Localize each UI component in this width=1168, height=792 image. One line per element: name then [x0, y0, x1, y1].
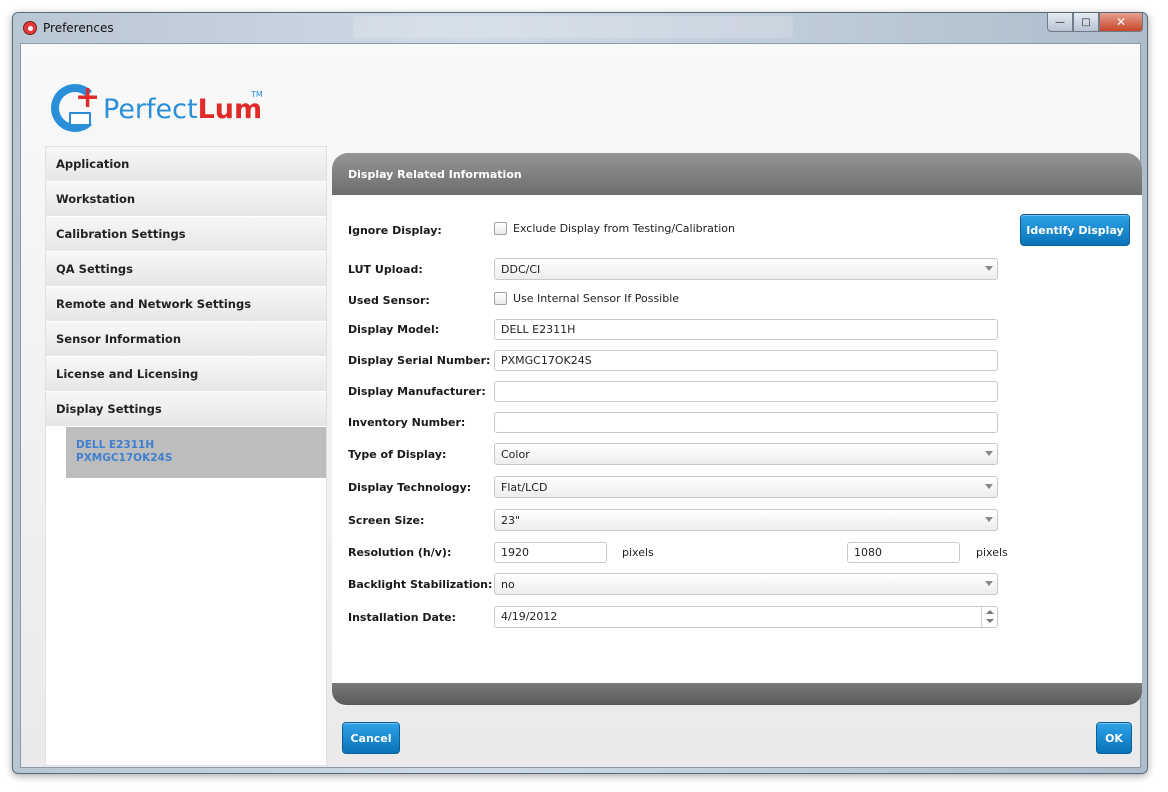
backlight-label: Backlight Stabilization: — [348, 578, 493, 591]
sidebar-item-qa-settings[interactable]: QA Settings — [46, 252, 326, 287]
internal-sensor-checkbox-row[interactable]: Use Internal Sensor If Possible — [494, 292, 679, 305]
chevron-down-icon — [985, 484, 993, 489]
manufacturer-label: Display Manufacturer: — [348, 385, 486, 398]
screen-size-label: Screen Size: — [348, 514, 425, 527]
display-serial-line: PXMGC17OK24S — [76, 452, 173, 464]
resolution-h-input[interactable]: 1920 — [494, 542, 607, 563]
resolution-h-unit: pixels — [622, 546, 654, 559]
installation-date-label: Installation Date: — [348, 611, 457, 624]
ok-button[interactable]: OK — [1096, 722, 1132, 754]
chevron-down-icon — [985, 266, 993, 271]
panel-footer — [332, 683, 1142, 705]
logo-text: PerfectLum — [103, 94, 263, 125]
lut-upload-label: LUT Upload: — [348, 263, 423, 276]
resolution-v-input[interactable]: 1080 — [847, 542, 960, 563]
display-technology-select[interactable]: Flat/LCD — [494, 476, 998, 498]
panel-header: Display Related Information — [332, 153, 1142, 195]
preferences-window: Preferences — □ ✕ + PerfectLum TM Applic… — [12, 12, 1148, 774]
sidebar: Application Workstation Calibration Sett… — [45, 146, 327, 766]
backlight-select[interactable]: no — [494, 573, 998, 595]
exclude-display-checkbox[interactable] — [494, 222, 507, 235]
spinner-down-icon[interactable] — [986, 619, 994, 623]
display-model-label: Display Model: — [348, 323, 440, 336]
panel-title: Display Related Information — [348, 168, 522, 181]
identify-display-button[interactable]: Identify Display — [1020, 214, 1130, 246]
chevron-down-icon — [985, 517, 993, 522]
date-spinner[interactable] — [981, 607, 997, 627]
sidebar-subitem-display[interactable]: DELL E2311H PXMGC17OK24S — [66, 427, 326, 478]
title-bar[interactable]: Preferences — □ ✕ — [13, 13, 1147, 43]
app-logo-icon — [23, 21, 37, 35]
resolution-v-unit: pixels — [976, 546, 1008, 559]
inventory-number-input[interactable] — [494, 412, 998, 433]
inventory-number-label: Inventory Number: — [348, 416, 466, 429]
client-area: + PerfectLum TM Application Workstation … — [20, 43, 1142, 768]
type-of-display-label: Type of Display: — [348, 448, 447, 461]
sidebar-item-workstation[interactable]: Workstation — [46, 182, 326, 217]
minimize-icon[interactable]: — — [1047, 13, 1073, 32]
display-info-panel: Display Related Information Ignore Displ… — [332, 153, 1142, 705]
display-model-input[interactable]: DELL E2311H — [494, 319, 998, 340]
exclude-display-checkbox-label: Exclude Display from Testing/Calibration — [513, 222, 735, 235]
close-icon[interactable]: ✕ — [1099, 13, 1143, 32]
window-title: Preferences — [43, 21, 114, 35]
sidebar-item-calibration-settings[interactable]: Calibration Settings — [46, 217, 326, 252]
sidebar-item-remote-network[interactable]: Remote and Network Settings — [46, 287, 326, 322]
sidebar-item-sensor-information[interactable]: Sensor Information — [46, 322, 326, 357]
installation-date-input[interactable]: 4/19/2012 — [494, 606, 998, 628]
ignore-display-label: Ignore Display: — [348, 224, 442, 237]
spinner-up-icon[interactable] — [986, 610, 994, 614]
type-of-display-select[interactable]: Color — [494, 443, 998, 465]
screen-size-select[interactable]: 23" — [494, 509, 998, 531]
display-technology-label: Display Technology: — [348, 481, 472, 494]
sidebar-item-application[interactable]: Application — [46, 147, 326, 182]
perfectlum-logo: + PerfectLum TM — [51, 80, 281, 134]
panel-body: Ignore Display: Exclude Display from Tes… — [332, 195, 1142, 683]
lut-upload-select[interactable]: DDC/CI — [494, 258, 998, 280]
internal-sensor-checkbox[interactable] — [494, 292, 507, 305]
internal-sensor-checkbox-label: Use Internal Sensor If Possible — [513, 292, 680, 305]
background-window-ghost — [353, 16, 793, 38]
logo-trademark: TM — [251, 90, 263, 99]
sidebar-item-display-settings[interactable]: Display Settings — [46, 392, 326, 427]
resolution-label: Resolution (h/v): — [348, 546, 452, 559]
exclude-display-checkbox-row[interactable]: Exclude Display from Testing/Calibration — [494, 222, 735, 235]
serial-number-label: Display Serial Number: — [348, 354, 491, 367]
maximize-icon[interactable]: □ — [1073, 13, 1099, 32]
manufacturer-input[interactable] — [494, 381, 998, 402]
logo-plus-icon: + — [75, 80, 101, 115]
chevron-down-icon — [985, 451, 993, 456]
used-sensor-label: Used Sensor: — [348, 294, 430, 307]
serial-number-input[interactable]: PXMGC17OK24S — [494, 350, 998, 371]
cancel-button[interactable]: Cancel — [342, 722, 400, 754]
sidebar-item-license[interactable]: License and Licensing — [46, 357, 326, 392]
chevron-down-icon — [985, 581, 993, 586]
window-controls: — □ ✕ — [1047, 13, 1143, 33]
display-name-line: DELL E2311H — [76, 439, 155, 451]
